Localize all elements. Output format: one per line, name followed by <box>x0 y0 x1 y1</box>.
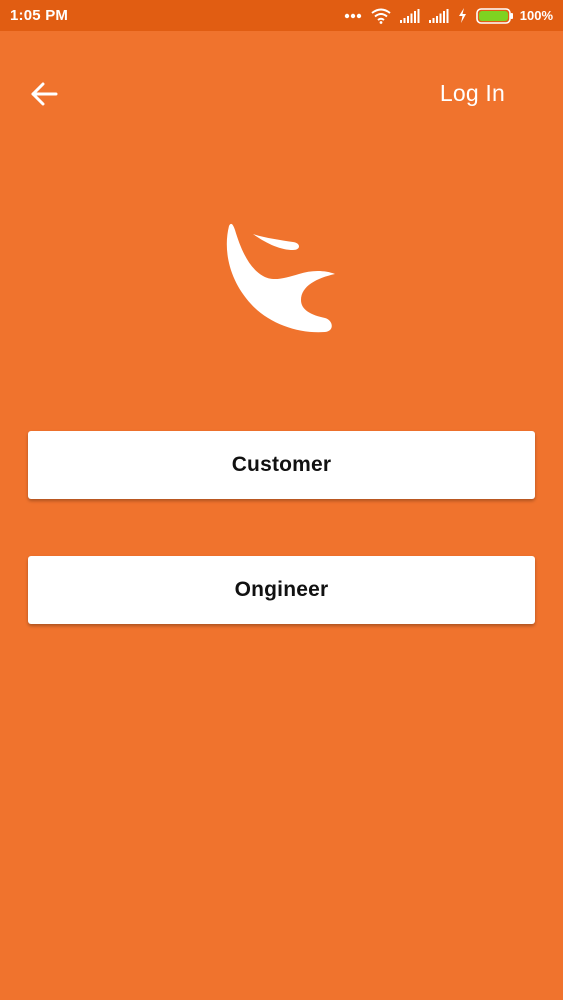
signal-icon <box>428 8 449 23</box>
ongineer-button-label: Ongineer <box>234 578 329 601</box>
wifi-icon <box>371 8 391 24</box>
ongineer-button[interactable]: Ongineer <box>28 556 535 624</box>
arrow-left-icon <box>30 82 58 106</box>
customer-button-label: Customer <box>231 453 332 476</box>
signal-icon <box>399 8 420 23</box>
login-link[interactable]: Log In <box>440 80 505 107</box>
customer-button[interactable]: Customer <box>28 431 535 499</box>
status-icons: 100% <box>344 7 553 24</box>
header: Log In <box>0 31 563 156</box>
battery-icon <box>475 7 514 24</box>
charging-bolt-icon <box>458 8 467 23</box>
brand-logo <box>219 220 341 338</box>
battery-percent: 100% <box>519 8 553 23</box>
more-dots-icon <box>344 13 362 19</box>
status-bar: 1:05 PM 100% <box>0 0 563 31</box>
back-button[interactable] <box>24 78 64 110</box>
status-time: 1:05 PM <box>10 7 69 24</box>
